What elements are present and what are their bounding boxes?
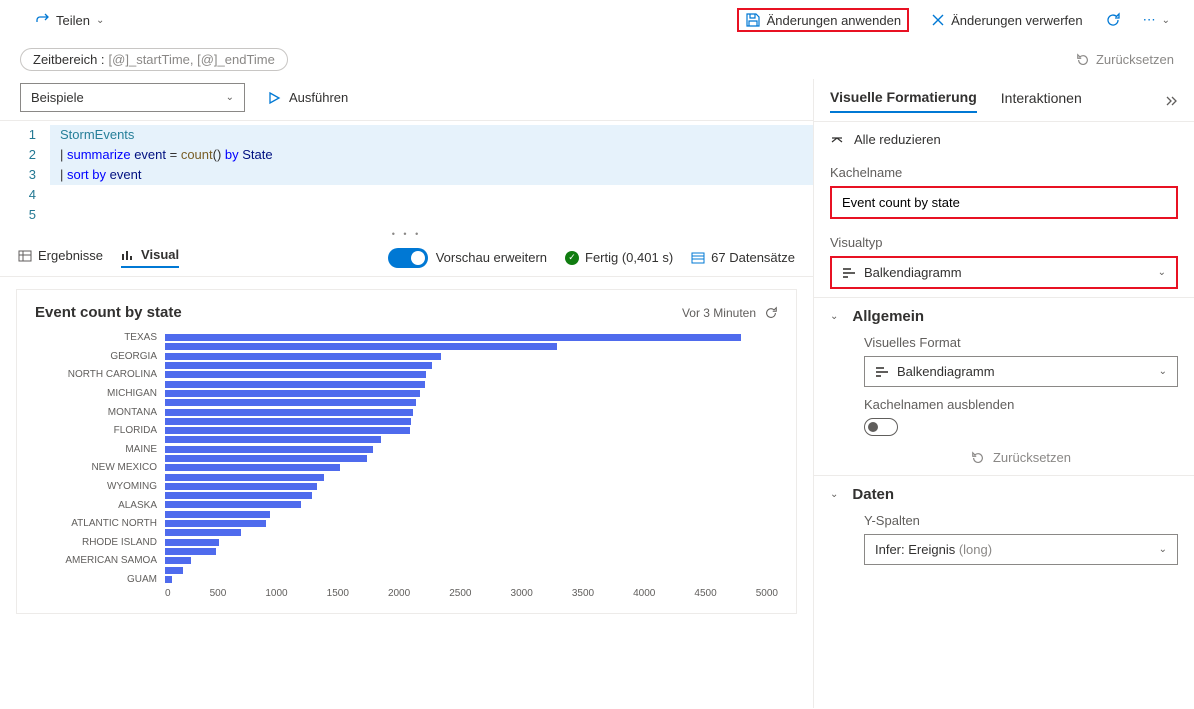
ellipsis-icon: ⋯ [1143,12,1156,28]
chevron-down-icon: ⌄ [1158,267,1166,278]
chart-card: Event count by state Vor 3 Minuten TEXAS… [16,289,797,614]
general-reset-button[interactable]: Zurücksetzen [864,450,1178,465]
preview-toggle[interactable] [388,248,428,268]
accordion-daten[interactable]: ⌄ Daten [830,486,1178,503]
examples-dropdown[interactable]: Beispiele ⌄ [20,83,245,112]
check-icon: ✓ [565,251,579,265]
reset-top-button[interactable]: Zurücksetzen [1076,52,1174,67]
run-button[interactable]: Ausführen [267,90,348,105]
timerange-label: Zeitbereich : [33,52,105,67]
splitter-handle[interactable]: • • • [0,229,813,239]
timerange-pill[interactable]: Zeitbereich : [@]_startTime, [@]_endTime [20,48,288,71]
more-button[interactable]: ⋯ ⌄ [1137,8,1176,32]
visformat-label: Visuelles Format [864,335,1178,350]
tab-visual[interactable]: Visual [121,247,179,268]
code-editor[interactable]: 12345 StormEvents | summarize event = co… [0,120,813,229]
ycol-select[interactable]: Infer: Ereignis (long) ⌄ [864,534,1178,565]
record-count: 67 Datensätze [691,250,795,265]
collapse-icon [830,133,844,147]
format-panel: Visuelle Formatierung Interaktionen Alle… [814,79,1194,708]
status-done: ✓ Fertig (0,401 s) [565,250,673,265]
tilename-input[interactable] [830,186,1178,219]
save-icon [745,12,761,28]
barchart-icon [842,266,856,280]
panel-tab-interactions[interactable]: Interaktionen [1001,90,1082,112]
table-icon [18,249,32,263]
apply-changes-button[interactable]: Änderungen anwenden [737,8,909,32]
chevron-down-icon: ⌄ [1159,366,1167,377]
chevron-down-icon: ⌄ [830,489,838,500]
visformat-select[interactable]: Balkendiagramm ⌄ [864,356,1178,387]
refresh-icon[interactable] [1105,12,1121,28]
play-icon [267,91,281,105]
visualtype-label: Visualtyp [830,235,1178,250]
share-icon [34,12,50,28]
chart-time: Vor 3 Minuten [682,306,778,320]
preview-label: Vorschau erweitern [436,250,547,265]
tab-results[interactable]: Ergebnisse [18,248,103,267]
timerange-row: Zeitbereich : [@]_startTime, [@]_endTime… [0,40,1194,79]
line-gutter: 12345 [0,125,50,225]
visualtype-select[interactable]: Balkendiagramm ⌄ [830,256,1178,289]
examples-label: Beispiele [31,90,84,105]
barchart-icon [875,365,889,379]
panel-tab-visual[interactable]: Visuelle Formatierung [830,89,977,113]
hidename-label: Kachelnamen ausblenden [864,397,1178,412]
chart-icon [121,248,135,262]
tilename-label: Kachelname [830,165,1178,180]
reset-top-label: Zurücksetzen [1096,52,1174,67]
chevron-down-icon: ⌄ [96,15,104,26]
tab-visual-label: Visual [141,247,179,262]
x-axis: 0500100015002000250030003500400045005000 [165,588,778,599]
refresh-icon[interactable] [764,306,778,320]
chart-title: Event count by state [35,304,182,321]
chevron-down-icon: ⌄ [226,92,234,103]
ycol-label: Y-Spalten [864,513,1178,528]
hidename-toggle[interactable] [864,418,898,436]
close-icon [931,13,945,27]
run-label: Ausführen [289,90,348,105]
code-body[interactable]: StormEvents | summarize event = count() … [50,125,813,225]
share-label: Teilen [56,13,90,28]
top-toolbar: Teilen ⌄ Änderungen anwenden Änderungen … [0,0,1194,40]
timerange-value: [@]_startTime, [@]_endTime [109,52,275,67]
apply-label: Änderungen anwenden [767,13,901,28]
chevrons-right-icon[interactable] [1164,94,1178,108]
accordion-general[interactable]: ⌄ Allgemein [830,308,1178,325]
records-icon [691,251,705,265]
bar-chart: TEXASGEORGIANORTH CAROLINAMICHIGANMONTAN… [35,333,778,584]
collapse-all-button[interactable]: Alle reduzieren [814,122,1194,157]
tab-results-label: Ergebnisse [38,248,103,263]
chevron-down-icon: ⌄ [1159,544,1167,555]
chevron-down-icon: ⌄ [830,311,838,322]
chevron-down-icon: ⌄ [1162,15,1170,26]
discard-label: Änderungen verwerfen [951,13,1083,28]
discard-changes-button[interactable]: Änderungen verwerfen [925,9,1089,32]
share-button[interactable]: Teilen ⌄ [28,8,110,32]
